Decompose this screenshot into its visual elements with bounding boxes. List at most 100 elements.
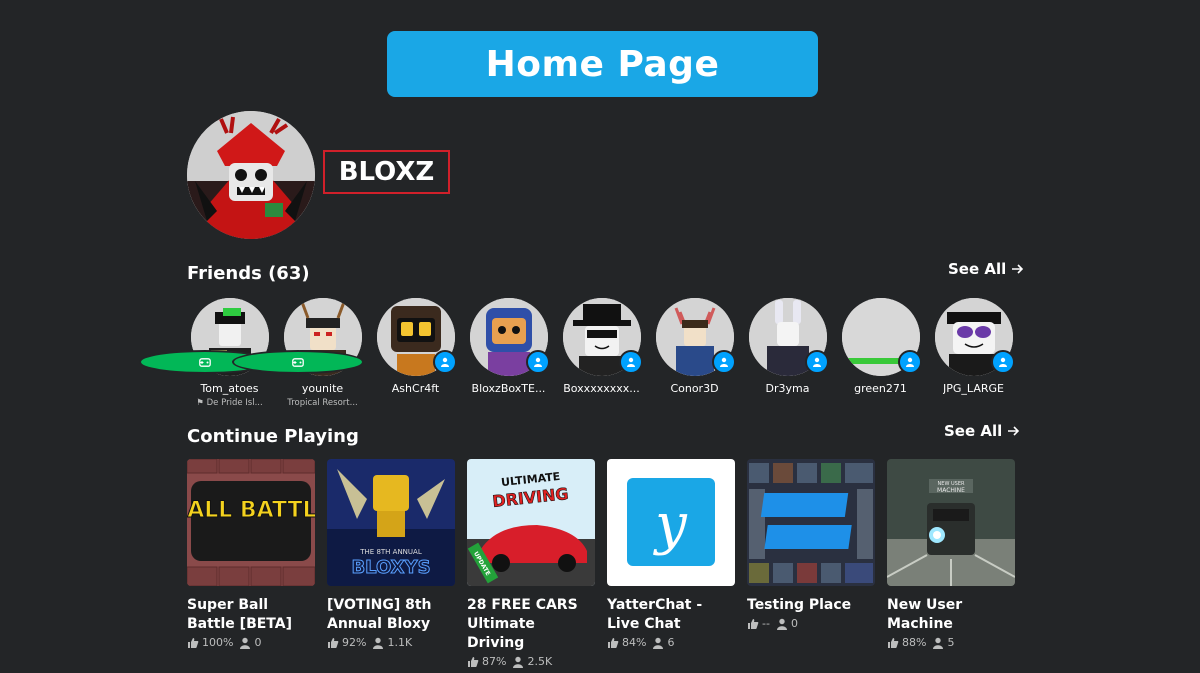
player-icon <box>240 637 251 649</box>
game-thumbnail <box>747 459 875 586</box>
thumbs-up-icon <box>748 618 759 629</box>
game-thumbnail: ULTIMATE DRIVING UPDATE <box>467 459 595 586</box>
friend-name: AshCr4ft <box>391 382 440 395</box>
player-icon <box>653 637 664 649</box>
continue-playing-list: BALL BATTLE Super Ball Battle [BETA] 100… <box>187 459 1015 668</box>
friends-list: got Tom_atoes ⚑ De Pride Isl... younite … <box>138 298 1015 408</box>
game-card[interactable]: Testing Place -- 0 <box>747 459 875 668</box>
friend-tile[interactable]: Boxxxxxxxx... <box>562 298 643 408</box>
thumb-text: y <box>652 492 688 557</box>
friend-tile[interactable]: JPG_LARGE <box>934 298 1015 408</box>
friend-tile[interactable]: green271 <box>841 298 922 408</box>
game-title: YatterChat - Live Chat <box>607 597 703 632</box>
arrow-right-icon <box>1012 264 1024 274</box>
friend-name: BloxzBoxTE... <box>471 382 546 395</box>
thumbs-up-icon <box>888 637 899 648</box>
continue-playing-see-all-link[interactable]: See All <box>944 422 1020 440</box>
thumbs-up-icon <box>468 656 479 667</box>
player-icon <box>776 618 787 630</box>
online-icon <box>990 350 1015 374</box>
player-count: 6 <box>667 636 675 649</box>
username-highlight: BLOXZ <box>323 150 450 194</box>
game-title: Super Ball Battle [BETA] <box>187 597 292 632</box>
friend-name: younite <box>301 382 344 395</box>
thumb-text: BALL BATTLE <box>187 498 315 523</box>
friend-avatar <box>748 298 829 376</box>
friends-title: Friends (63) <box>187 263 310 284</box>
page-banner: Home Page <box>387 31 818 97</box>
friend-avatar <box>231 298 364 376</box>
see-all-label: See All <box>944 422 1003 440</box>
friend-tile[interactable]: younite Tropical Resort... <box>231 298 364 408</box>
friend-tile[interactable]: BloxzBoxTE... <box>469 298 550 408</box>
username: BLOXZ <box>338 157 435 187</box>
game-card[interactable]: THE 8TH ANNUAL BLOXYS [VOTING] 8th Annua… <box>327 459 455 668</box>
player-icon <box>513 656 524 668</box>
player-count: 0 <box>254 636 262 649</box>
thumbs-up-icon <box>188 637 199 648</box>
rating-value: 87% <box>482 655 507 668</box>
friend-avatar <box>562 298 643 376</box>
game-thumbnail: NEW USER MACHINE <box>887 459 1015 586</box>
friend-tile[interactable]: Dr3yma <box>748 298 829 408</box>
rating-value: 84% <box>622 636 647 649</box>
game-stats: 100% 0 <box>187 636 315 649</box>
friend-name: green271 <box>854 382 907 395</box>
game-thumbnail: BALL BATTLE <box>187 459 315 586</box>
friend-tile[interactable]: Conor3D <box>655 298 736 408</box>
game-title: New User Machine <box>887 597 963 632</box>
game-title: Testing Place <box>747 597 852 613</box>
arrow-right-icon <box>1008 426 1020 436</box>
game-title: [VOTING] 8th Annual Bloxy <box>327 597 432 632</box>
game-card[interactable]: NEW USER MACHINE New User Machine 88% 5 <box>887 459 1015 668</box>
online-icon <box>804 350 829 374</box>
online-icon <box>711 350 736 374</box>
player-icon <box>373 637 384 649</box>
player-count: 5 <box>947 636 955 649</box>
game-stats: 88% 5 <box>887 636 1015 649</box>
thumbs-up-icon <box>608 637 619 648</box>
online-icon <box>897 350 922 374</box>
game-card[interactable]: y YatterChat - Live Chat 84% 6 <box>607 459 735 668</box>
player-count: 0 <box>790 617 798 630</box>
player-count: 1.1K <box>387 636 413 649</box>
friend-avatar <box>376 298 457 376</box>
rating-value: -- <box>762 617 770 630</box>
game-title: 28 FREE CARS Ultimate Driving <box>467 597 578 651</box>
friend-name: JPG_LARGE <box>943 382 1004 395</box>
friend-game-location: Tropical Resort... <box>287 398 358 408</box>
friend-avatar <box>469 298 550 376</box>
online-icon <box>618 350 643 374</box>
rating-value: 92% <box>342 636 367 649</box>
friend-tile[interactable]: AshCr4ft <box>376 298 457 408</box>
friend-avatar <box>934 298 1015 376</box>
thumbs-up-icon <box>328 637 339 648</box>
banner-title: Home Page <box>485 43 720 85</box>
game-stats: -- 0 <box>747 617 875 630</box>
friend-name: Boxxxxxxxx... <box>563 382 640 395</box>
game-card[interactable]: BALL BATTLE Super Ball Battle [BETA] 100… <box>187 459 315 668</box>
game-stats: 84% 6 <box>607 636 735 649</box>
game-stats: 87% 2.5K <box>467 655 595 668</box>
friend-name: Conor3D <box>670 382 719 395</box>
friends-see-all-link[interactable]: See All <box>948 260 1024 278</box>
game-card[interactable]: ULTIMATE DRIVING UPDATE 28 FREE CARS Ult… <box>467 459 595 668</box>
game-stats: 92% 1.1K <box>327 636 455 649</box>
friend-avatar <box>655 298 736 376</box>
see-all-label: See All <box>948 260 1007 278</box>
player-icon <box>933 637 944 649</box>
continue-playing-title: Continue Playing <box>187 426 359 447</box>
rating-value: 88% <box>902 636 927 649</box>
profile-avatar[interactable] <box>187 111 315 239</box>
friend-name: Dr3yma <box>765 382 810 395</box>
online-icon <box>432 350 457 374</box>
friend-game-location: ⚑ De Pride Isl... <box>196 398 263 408</box>
in-game-icon <box>231 350 364 374</box>
game-thumbnail: THE 8TH ANNUAL BLOXYS <box>327 459 455 586</box>
avatar-image <box>187 111 315 239</box>
game-thumbnail: y <box>607 459 735 586</box>
rating-value: 100% <box>202 636 234 649</box>
friend-name: Tom_atoes <box>200 382 259 395</box>
online-icon <box>525 350 550 374</box>
thumb-text: BLOXYS <box>351 557 430 578</box>
